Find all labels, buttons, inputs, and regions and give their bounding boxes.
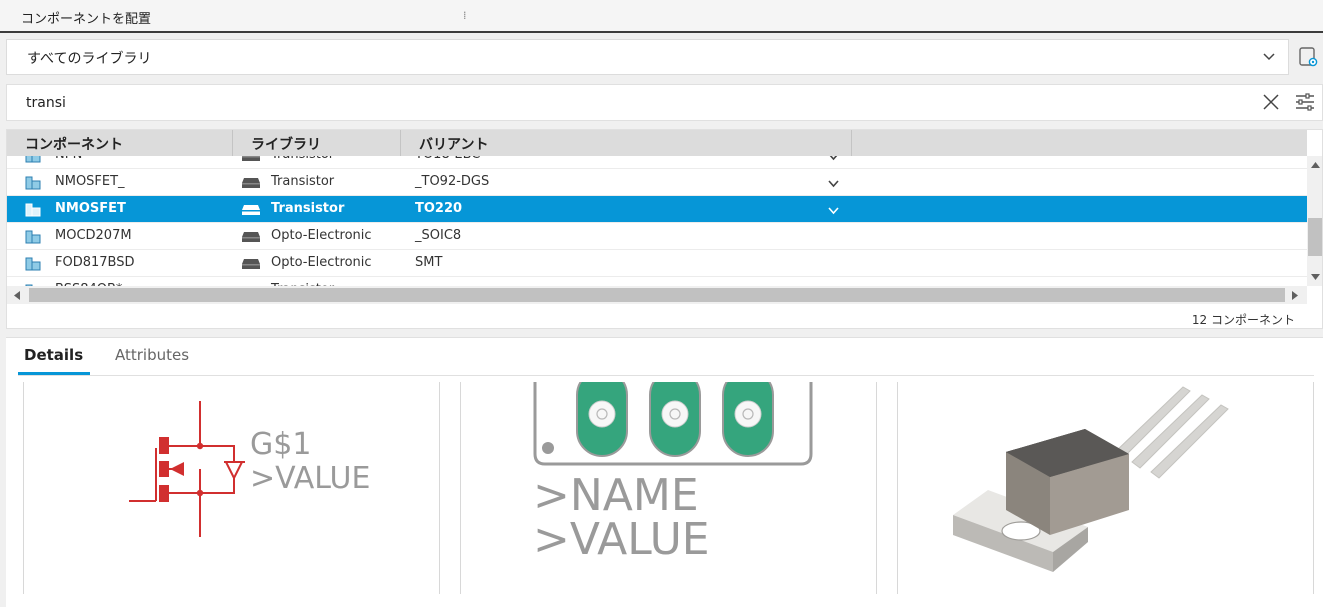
details-panel: Details Attributes G$1 >VALUE >NAME >VAL… — [6, 337, 1323, 607]
library-icon — [242, 205, 260, 215]
table-row[interactable]: FOD817BSD Opto-Electronic SMT — [7, 250, 1307, 277]
column-header-component[interactable]: コンポーネント — [7, 130, 233, 156]
mosfet-symbol-icon: G$1 >VALUE — [129, 401, 370, 537]
component-table: コンポーネント ライブラリ バリアント NPN Transistor TO18-EB… — [6, 129, 1323, 329]
component-name: NPN — [55, 156, 82, 162]
symbol-name-text: G$1 — [250, 427, 311, 462]
variant-name: TO220 — [415, 201, 463, 216]
library-name: Transistor — [271, 201, 345, 216]
variant-dropdown-icon[interactable] — [828, 205, 839, 216]
table-row[interactable]: MOCD207M Opto-Electronic _SOIC8 — [7, 223, 1307, 250]
table-body: NPN Transistor TO18-EBC NMOSFET_ Transistor _… — [7, 156, 1307, 286]
scroll-right-icon[interactable] — [1292, 291, 1298, 300]
component-icon — [25, 156, 41, 163]
column-header-variant[interactable]: バリアント — [401, 130, 852, 156]
component-name: MOCD207M — [55, 228, 132, 243]
variant-name: SMT — [415, 255, 443, 270]
library-icon — [242, 259, 260, 269]
tab-details[interactable]: Details — [18, 346, 91, 375]
column-header-library[interactable]: ライブラリ — [233, 130, 401, 156]
library-name: Opto-Electronic — [271, 228, 372, 243]
component-count: 12 コンポーネント — [1191, 313, 1295, 327]
component-name: FOD817BSD — [55, 255, 135, 270]
footprint-value-text: >VALUE — [533, 514, 710, 565]
vertical-scrollbar[interactable] — [1307, 156, 1322, 286]
variant-dropdown-icon[interactable] — [828, 178, 839, 189]
component-icon — [25, 230, 41, 244]
symbol-value-text: >VALUE — [250, 461, 370, 496]
scroll-left-icon[interactable] — [14, 291, 20, 300]
component-icon — [25, 257, 41, 271]
table-row[interactable]: NPN Transistor TO18-EBC — [7, 156, 1307, 169]
search-input[interactable] — [26, 92, 1226, 114]
scroll-up-icon[interactable] — [1311, 162, 1320, 168]
table-row[interactable]: NMOSFET_ Transistor _TO92-DGS — [7, 169, 1307, 196]
variant-dropdown-icon[interactable] — [828, 156, 839, 162]
library-dropdown[interactable]: すべてのライブラリ — [6, 39, 1289, 75]
filter-icon[interactable] — [1294, 92, 1316, 112]
scroll-down-icon[interactable] — [1311, 274, 1320, 280]
variant-name: _TO92-DGS — [415, 174, 490, 189]
component-icon — [25, 176, 41, 190]
library-icon — [242, 156, 260, 161]
library-name: Transistor — [271, 156, 334, 162]
symbol-preview[interactable]: G$1 >VALUE — [23, 382, 440, 594]
drag-grip-icon[interactable]: ⁞ — [463, 9, 467, 22]
table-row[interactable]: BSS84QB*Transistor — [7, 277, 1307, 286]
variant-name: _SOIC8 — [415, 228, 462, 243]
model-3d-preview[interactable] — [897, 382, 1314, 594]
to220-package-icon — [953, 386, 1229, 572]
component-name: NMOSFET_ — [55, 174, 125, 189]
component-icon — [25, 203, 41, 217]
title-bar: コンポーネントを配置 ⁞ — [0, 0, 1323, 33]
library-dropdown-value: すべてのライブラリ — [27, 51, 152, 67]
horizontal-scrollbar[interactable] — [7, 286, 1307, 304]
variant-name: TO18-EBC — [415, 156, 480, 162]
component-name: NMOSFET — [55, 201, 126, 216]
library-settings-icon[interactable] — [1296, 45, 1320, 69]
library-icon — [242, 178, 260, 188]
window-title: コンポーネントを配置 — [21, 12, 152, 27]
horizontal-scroll-thumb[interactable] — [29, 288, 1285, 302]
tab-divider — [18, 375, 1314, 376]
clear-icon[interactable] — [1261, 92, 1281, 112]
footprint-icon: >NAME >VALUE — [533, 382, 813, 565]
search-bar — [6, 84, 1323, 121]
library-name: Opto-Electronic — [271, 255, 372, 270]
library-icon — [242, 232, 260, 242]
tab-attributes[interactable]: Attributes — [115, 346, 189, 372]
table-row[interactable]: NMOSFET Transistor TO220 — [7, 196, 1307, 223]
footprint-preview[interactable]: >NAME >VALUE — [460, 382, 877, 594]
table-header: コンポーネント ライブラリ バリアント — [7, 130, 1307, 156]
vertical-scroll-thumb[interactable] — [1308, 218, 1322, 256]
chevron-down-icon — [1263, 53, 1275, 61]
library-name: Transistor — [271, 174, 335, 189]
